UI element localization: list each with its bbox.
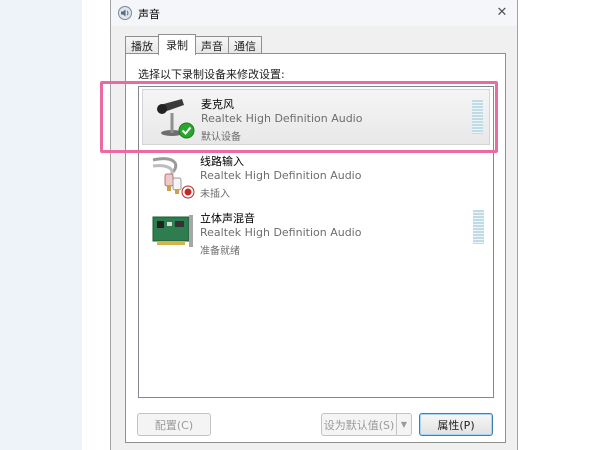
device-name: 麦克风 [201, 98, 234, 111]
device-status: 默认设备 [201, 132, 241, 143]
device-description: Realtek High Definition Audio [200, 169, 362, 182]
background-strip [0, 0, 82, 450]
device-description: Realtek High Definition Audio [201, 112, 363, 125]
tab-sounds[interactable]: 声音 [195, 36, 229, 54]
level-meter [472, 100, 483, 134]
device-item-line-in[interactable]: 线路输入 Realtek High Definition Audio 未插入 [142, 147, 490, 203]
set-default-dropdown-button[interactable]: ▼ [397, 413, 412, 436]
properties-button[interactable]: 属性(P) [419, 413, 493, 436]
device-name: 线路输入 [200, 155, 244, 168]
speaker-icon [118, 6, 132, 20]
title-bar[interactable]: 声音 ✕ [111, 0, 517, 26]
recording-panel: 选择以下录制设备来修改设置: 麦克风 Realtek High Definiti… [125, 53, 506, 443]
tab-communications[interactable]: 通信 [228, 36, 262, 54]
window-title: 声音 [138, 8, 160, 21]
device-status: 准备就绪 [200, 246, 240, 257]
tab-playback[interactable]: 播放 [125, 36, 159, 54]
chevron-down-icon: ▼ [400, 420, 408, 429]
close-button[interactable]: ✕ [493, 4, 511, 21]
tab-recording[interactable]: 录制 [158, 34, 196, 55]
device-list[interactable]: 麦克风 Realtek High Definition Audio 默认设备 线… [138, 86, 494, 398]
tab-strip: 播放 录制 声音 通信 [125, 34, 262, 55]
device-item-stereo-mix[interactable]: 立体声混音 Realtek High Definition Audio 准备就绪 [142, 204, 490, 260]
close-icon: ✕ [496, 5, 508, 20]
default-check-icon [178, 122, 195, 139]
unplugged-icon [181, 185, 195, 199]
device-name: 立体声混音 [200, 212, 255, 225]
device-item-microphone[interactable]: 麦克风 Realtek High Definition Audio 默认设备 [142, 89, 490, 145]
device-description: Realtek High Definition Audio [200, 226, 362, 239]
configure-button[interactable]: 配置(C) [137, 413, 211, 436]
sound-dialog: 声音 ✕ 播放 录制 声音 通信 选择以下录制设备来修改设置: 麦克风 Real… [110, 0, 518, 450]
sound-card-icon [152, 215, 193, 247]
set-default-button[interactable]: 设为默认值(S) [321, 413, 397, 436]
instruction-text: 选择以下录制设备来修改设置: [138, 68, 285, 81]
level-meter [473, 210, 484, 244]
device-status: 未插入 [200, 189, 230, 200]
